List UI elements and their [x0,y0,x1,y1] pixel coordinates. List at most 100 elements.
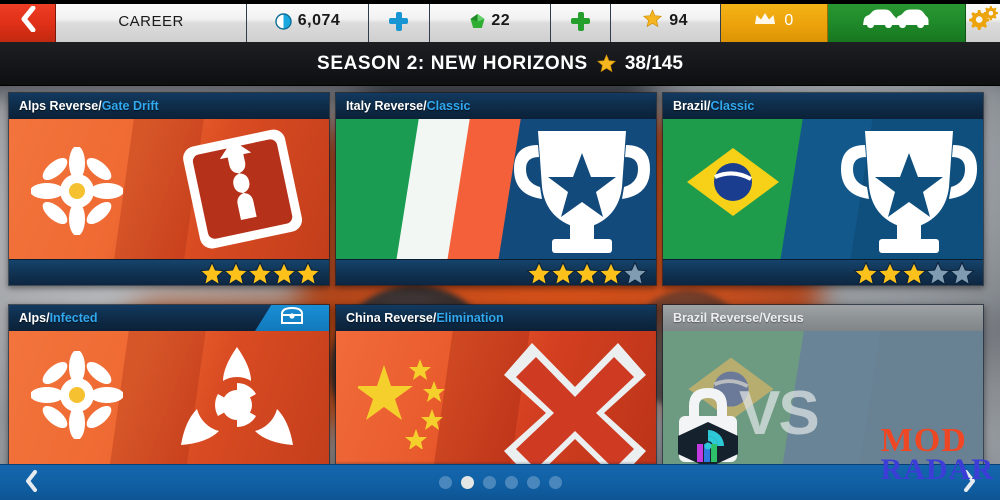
trophy-cup-icon [508,125,650,259]
crown-value: 0 [784,12,794,29]
tokens-value: 22 [491,12,511,29]
add-credits-button[interactable] [369,0,430,42]
crown-display[interactable]: 0 [721,0,828,42]
event-card[interactable]: Brazil/Classic [662,92,984,286]
event-card-art [663,119,983,259]
star-icon [925,260,951,285]
star-icon [295,260,321,285]
coin-icon [275,12,292,30]
padlock-icon [669,378,747,475]
add-tokens-button[interactable] [551,0,612,42]
event-card-art [336,119,656,259]
bottom-nav-bar [0,464,1000,500]
two-cars-icon [861,7,931,35]
stars-display[interactable]: 94 [611,0,722,42]
event-card-header: Italy Reverse/Classic [336,93,656,119]
settings-button[interactable] [965,0,1000,42]
back-button[interactable] [0,0,57,42]
star-icon [949,260,975,285]
event-mode-name: Infected [49,311,98,325]
event-card-header: Alps/Infected [9,305,329,331]
chest-reward-badge[interactable] [255,305,329,331]
event-card-header: Brazil/Classic [663,93,983,119]
event-track-name: China Reverse/ [346,311,437,325]
event-card[interactable]: Alps/Infected [8,304,330,482]
star-icon [574,260,600,285]
chevron-left-icon [17,5,39,36]
event-mode-name: Classic [426,99,471,113]
star-icon [598,260,624,285]
season-progress: 38/145 [624,52,683,74]
gem-icon [469,13,486,30]
game-screen: CAREER 6,074 22 94 0 SEASON 2: NEW HORIZ… [0,0,1000,500]
event-card[interactable]: China Reverse/Elimination [335,304,657,482]
event-mode-name: Gate Drift [101,99,159,113]
chest-icon [280,306,304,330]
event-grid: Alps Reverse/Gate Drift Italy Reverse/Cl… [8,92,992,482]
garage-button[interactable] [828,0,966,42]
next-page-button[interactable] [938,465,1000,500]
star-icon [271,260,297,285]
career-tab[interactable]: CAREER [56,0,247,42]
event-card-art: VS [663,331,983,481]
event-card-header: China Reverse/Elimination [336,305,656,331]
career-label: CAREER [118,12,184,30]
star-icon [223,260,249,285]
plus-icon [389,11,409,31]
event-card[interactable]: Alps Reverse/Gate Drift [8,92,330,286]
event-card-stars [9,259,329,285]
event-card-locked[interactable]: Brazil Reverse/Versus VS [662,304,984,482]
credits-value: 6,074 [297,12,341,29]
credits-display[interactable]: 6,074 [246,0,370,42]
star-icon [596,54,616,73]
event-mode-name: Elimination [436,311,504,325]
plus-icon [571,11,591,31]
event-mode-name: Versus [762,311,804,325]
prev-page-button[interactable] [0,465,62,500]
chevron-right-icon [961,469,978,497]
trophy-cup-icon [835,125,977,259]
stars-value: 94 [669,12,689,29]
chevron-left-icon [23,469,40,497]
season-header: SEASON 2: NEW HORIZONS 38/145 [0,42,1000,86]
page-dot[interactable] [438,476,452,489]
event-card-header: Brazil Reverse/Versus [663,305,983,331]
edelweiss-flower-icon [30,146,124,240]
event-track-name: Alps Reverse/ [19,99,102,113]
star-icon [901,260,927,285]
season-title: SEASON 2: NEW HORIZONS [317,52,588,74]
page-dot-active[interactable] [460,476,474,489]
edelweiss-flower-icon [30,350,124,444]
crown-icon [754,11,776,31]
china-flag-stars-icon [355,353,458,454]
event-card-art: Lotus Exige S Coupe [336,331,656,481]
biohazard-icon [173,341,301,470]
tokens-display[interactable]: 22 [429,0,552,42]
event-card-stars [663,259,983,285]
star-icon [199,260,225,285]
event-track-name: Brazil/ [673,99,711,113]
event-card-stars [336,259,656,285]
star-icon [643,9,663,33]
page-dot[interactable] [504,476,518,489]
event-card-art [9,331,329,481]
letterbox-top [0,0,1000,4]
event-card-header: Alps Reverse/Gate Drift [9,93,329,119]
page-dot[interactable] [526,476,540,489]
brazil-flag-icon [681,141,785,228]
event-card-art [9,119,329,259]
page-dot[interactable] [482,476,496,489]
event-track-name: Italy Reverse/ [346,99,427,113]
star-icon [247,260,273,285]
star-icon [526,260,552,285]
versus-label: VS [739,379,820,448]
star-icon [550,260,576,285]
event-track-name: Alps/ [19,311,50,325]
gear-icon [966,4,1000,38]
star-icon [877,260,903,285]
page-dot[interactable] [548,476,562,489]
gate-drift-sign-icon [173,123,313,259]
star-icon [622,260,648,285]
event-card[interactable]: Italy Reverse/Classic [335,92,657,286]
star-icon [853,260,879,285]
